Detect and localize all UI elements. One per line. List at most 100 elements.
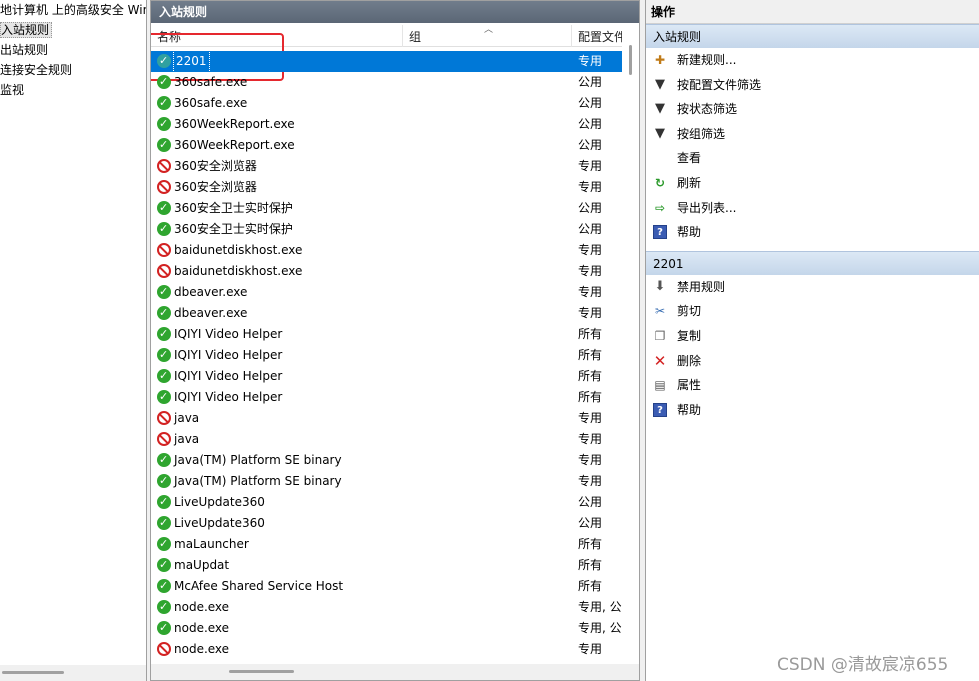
rule-name: 360安全卫士实时保护 — [174, 222, 293, 236]
action-item[interactable]: ✕ 删除 — [646, 349, 979, 374]
tree-item[interactable]: 地计算机 上的高级安全 Wind — [0, 0, 146, 20]
tree-item[interactable]: 出站规则 — [0, 40, 146, 60]
rule-row[interactable]: node.exe 专用 — [151, 639, 623, 660]
rule-row[interactable]: Java(TM) Platform SE binary 专用 — [151, 449, 623, 471]
rule-row[interactable]: 360WeekReport.exe 公用 — [151, 134, 623, 156]
rules-horizontal-scrollbar[interactable] — [151, 664, 639, 680]
rules-vertical-scrollbar[interactable] — [622, 25, 639, 665]
rule-profile: 所有 — [578, 390, 603, 404]
rule-row[interactable]: dbeaver.exe 专用 — [151, 281, 623, 303]
allow-check-icon — [157, 533, 171, 554]
block-icon — [157, 159, 171, 173]
scrollbar-thumb[interactable] — [2, 671, 64, 674]
actions-section-heading[interactable]: 入站规则 — [646, 24, 979, 48]
allow-check-icon — [157, 50, 171, 71]
allow-check-icon — [157, 470, 171, 491]
rule-profile: 公用 — [578, 75, 603, 89]
rule-profile: 专用 — [578, 411, 603, 425]
action-item[interactable]: ↻ 刷新 — [646, 171, 979, 196]
tree-item-label: 地计算机 上的高级安全 Wind — [0, 3, 147, 17]
allow-check-icon — [157, 575, 171, 596]
rule-row[interactable]: 360安全卫士实时保护 公用 — [151, 197, 623, 219]
column-profile-header[interactable]: 配置文件 — [572, 25, 623, 47]
rule-row[interactable]: baidunetdiskhost.exe 专用 — [151, 261, 623, 282]
rule-row[interactable]: java 专用 — [151, 429, 623, 450]
properties-icon: ▤ — [654, 378, 666, 393]
rule-row[interactable]: baidunetdiskhost.exe 专用 — [151, 240, 623, 261]
block-icon — [157, 411, 171, 425]
rule-name: node.exe — [174, 642, 230, 656]
tree-item[interactable]: 监视 — [0, 80, 146, 100]
rule-name: McAfee Shared Service Host — [174, 579, 344, 593]
rule-row[interactable]: dbeaver.exe 专用 — [151, 302, 623, 324]
filter-icon: ▼ — [655, 125, 665, 141]
tree-horizontal-scrollbar[interactable] — [0, 665, 146, 681]
rule-profile: 专用 — [578, 243, 603, 257]
rule-row[interactable]: 360安全卫士实时保护 公用 — [151, 218, 623, 240]
rule-name: Java(TM) Platform SE binary — [174, 453, 342, 467]
help-icon: ? — [653, 402, 667, 417]
rule-row[interactable]: LiveUpdate360 公用 — [151, 512, 623, 534]
block-icon — [157, 180, 171, 194]
rule-row[interactable]: java 专用 — [151, 408, 623, 429]
rule-row[interactable]: 360safe.exe 公用 — [151, 92, 623, 114]
action-label: 刷新 — [677, 175, 702, 190]
rules-pane: 入站规则 名称 组 ︿ 配置文件 2201专用360safe.exe公用360s… — [150, 0, 640, 681]
actions-section-heading[interactable]: 2201 — [646, 250, 979, 275]
block-icon — [157, 264, 171, 278]
action-item[interactable]: ▼ 按组筛选 — [646, 122, 979, 147]
rule-row[interactable]: 360safe.exe 公用 — [151, 71, 623, 93]
rule-row[interactable]: 360WeekReport.exe 公用 — [151, 113, 623, 135]
rule-profile: 专用 — [578, 642, 603, 656]
rule-name: Java(TM) Platform SE binary — [174, 474, 342, 488]
rule-row[interactable]: node.exe 专用, 公 — [151, 617, 623, 639]
rule-row[interactable]: Java(TM) Platform SE binary 专用 — [151, 470, 623, 492]
rule-profile: 所有 — [578, 369, 603, 383]
filter-icon: ▼ — [655, 101, 665, 117]
rule-name: node.exe — [174, 600, 230, 614]
allow-check-icon — [157, 218, 171, 239]
action-item[interactable]: ▤ 属性 — [646, 373, 979, 398]
action-item[interactable]: 查看 — [646, 146, 979, 171]
allow-check-icon — [157, 344, 171, 365]
rule-row[interactable]: maUpdat 所有 — [151, 554, 623, 576]
rule-profile: 公用 — [578, 96, 603, 110]
rule-name: 360WeekReport.exe — [174, 138, 295, 152]
actions-pane: 操作 入站规则 ✚ 新建规则... ▼ 按配置文件筛选 ▼ 按状态筛选 ▼ 按组筛选 查看 ↻ 刷新 ⇨… — [645, 0, 979, 681]
scrollbar-thumb[interactable] — [629, 45, 632, 75]
rule-row[interactable]: IQIYI Video Helper 所有 — [151, 365, 623, 387]
rule-row[interactable]: IQIYI Video Helper 所有 — [151, 323, 623, 345]
action-label: 属性 — [677, 378, 702, 393]
rule-row[interactable]: node.exe 专用, 公 — [151, 596, 623, 618]
allow-check-icon — [157, 134, 171, 155]
refresh-icon: ↻ — [654, 175, 666, 190]
tree-item[interactable]: 入站规则 — [0, 20, 146, 40]
action-item[interactable]: ? 帮助 — [646, 220, 979, 245]
watermark: CSDN @清故宸凉655 — [777, 655, 949, 675]
rule-profile: 公用 — [578, 138, 603, 152]
action-item[interactable]: ▼ 按状态筛选 — [646, 97, 979, 122]
action-label: 查看 — [677, 151, 702, 166]
rule-row[interactable]: LiveUpdate360 公用 — [151, 491, 623, 513]
rule-row[interactable]: maLauncher 所有 — [151, 533, 623, 555]
allow-check-icon — [157, 302, 171, 323]
allow-check-icon — [157, 113, 171, 134]
action-item[interactable]: ⬇ 禁用规则 — [646, 275, 979, 300]
rule-row[interactable]: 360安全浏览器 专用 — [151, 177, 623, 198]
action-item[interactable]: ✚ 新建规则... — [646, 48, 979, 73]
rule-profile: 公用 — [578, 495, 603, 509]
rule-row[interactable]: 360安全浏览器 专用 — [151, 156, 623, 177]
rule-row[interactable]: IQIYI Video Helper 所有 — [151, 344, 623, 366]
rule-row[interactable]: 2201 专用 — [151, 50, 623, 73]
action-item[interactable]: ? 帮助 — [646, 398, 979, 423]
action-item[interactable]: ✂ 剪切 — [646, 299, 979, 324]
rule-row[interactable]: IQIYI Video Helper 所有 — [151, 386, 623, 408]
tree-item[interactable]: 连接安全规则 — [0, 60, 146, 80]
action-item[interactable]: ❐ 复制 — [646, 324, 979, 349]
action-item[interactable]: ⇨ 导出列表... — [646, 196, 979, 221]
allow-check-icon — [157, 197, 171, 218]
action-item[interactable]: ▼ 按配置文件筛选 — [646, 73, 979, 98]
rule-row[interactable]: McAfee Shared Service Host 所有 — [151, 575, 623, 597]
scrollbar-thumb[interactable] — [229, 670, 294, 673]
rule-profile: 所有 — [578, 579, 603, 593]
